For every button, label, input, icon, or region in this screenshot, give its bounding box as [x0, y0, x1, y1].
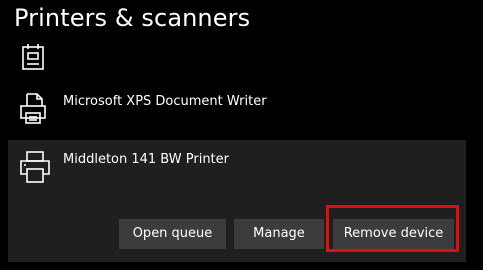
device-item[interactable]: Microsoft XPS Document Writer	[0, 84, 466, 136]
fax-icon	[18, 43, 48, 73]
manage-button[interactable]: Manage	[234, 219, 324, 249]
device-name: Middleton 141 BW Printer	[63, 152, 229, 167]
open-queue-button[interactable]: Open queue	[119, 219, 226, 249]
page-title: Printers & scanners	[14, 4, 251, 32]
document-printer-icon	[18, 92, 48, 126]
remove-device-button[interactable]: Remove device	[333, 219, 454, 249]
device-name: Microsoft XPS Document Writer	[63, 94, 267, 109]
printer-icon	[18, 150, 52, 184]
device-item-selected[interactable]: Middleton 141 BW Printer Open queue Mana…	[8, 140, 466, 262]
device-item[interactable]	[0, 40, 466, 80]
